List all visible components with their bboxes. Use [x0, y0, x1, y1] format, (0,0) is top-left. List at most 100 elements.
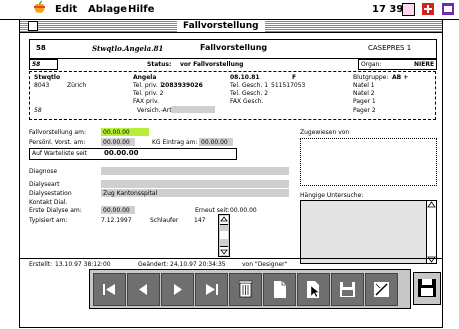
pointer-document-icon	[307, 281, 320, 298]
tel-gesch2-label: Tel. Gesch. 2	[230, 90, 269, 97]
tel-gesch1-label: Tel. Gesch. 1	[230, 82, 269, 89]
apple-icon[interactable]	[34, 0, 45, 17]
kg-value: 00.00.00	[201, 139, 228, 146]
kg-field[interactable]: 00.00.00	[199, 138, 233, 146]
close-form-button[interactable]	[413, 272, 441, 305]
fallvorstellung-value: 00.00.00	[103, 129, 130, 136]
vers-field[interactable]	[171, 106, 215, 113]
dialyseart-field[interactable]	[101, 180, 289, 188]
previous-record-button[interactable]	[127, 273, 160, 306]
patient-firstname: Angela	[133, 74, 157, 81]
edit-button[interactable]	[365, 273, 398, 306]
tel-priv1-label: Tel. priv. 1	[133, 82, 164, 89]
patient-zip: 8043	[34, 82, 50, 89]
dialyseart-label: Dialyseart	[29, 181, 60, 188]
fallvorstellung-window: Fallvorstellung 58 Stwqtlo.Angela.81 Fal…	[19, 19, 443, 328]
haengige-scrollbar[interactable]	[426, 201, 436, 263]
blood-label: Blutgruppe:	[353, 74, 389, 81]
schlaufer-label: Schlaufer	[150, 217, 179, 224]
first-record-button[interactable]	[93, 273, 126, 306]
tel-priv2-label: Tel. priv. 2	[133, 90, 164, 97]
pager1-label: Pager 1	[353, 98, 376, 105]
last-record-icon	[206, 284, 218, 295]
menu-ablage[interactable]: Ablage	[88, 4, 127, 15]
tel-priv1-value: 2083939026	[161, 82, 203, 89]
previous-record-icon	[139, 284, 147, 295]
menu-clock: 17 39	[372, 4, 404, 15]
scroll-down-icon[interactable]	[220, 246, 228, 255]
id-field: 58	[29, 59, 58, 70]
last-record-button[interactable]	[195, 273, 228, 306]
next-record-icon	[174, 284, 182, 295]
typisiert-label: Typisiert am:	[29, 217, 68, 224]
first-record-icon	[103, 284, 115, 295]
erneut-value: 00.00.00	[230, 207, 257, 214]
red-cross-icon[interactable]	[422, 3, 434, 18]
organ-value: NIERE	[414, 61, 435, 68]
toolbar	[89, 269, 411, 309]
natel1-label: Natel 1	[353, 82, 375, 89]
trash-icon	[238, 280, 253, 298]
new-document-icon	[274, 281, 286, 298]
erste-dialyse-label: Erste Dialyse am:	[29, 207, 82, 214]
dialysestation-value: Zug Kantonsspital	[103, 190, 158, 197]
header-box: 58 Stwqtlo.Angela.81 Fallvorstellung CAS…	[29, 39, 437, 59]
kontakt-label: Kontakt Dial.	[29, 199, 68, 206]
fallvorstellung-label: Fallvorstellung am:	[29, 129, 86, 136]
erstellt-value: 13.10.97 38:12:00	[55, 261, 111, 268]
fax-priv-label: FAX priv.	[133, 98, 159, 105]
header-id: 58	[36, 44, 46, 52]
geaendert-value: 24.10.97 20:34:35	[170, 261, 226, 268]
patient-city: Zürich	[67, 82, 87, 89]
blood-value: AB +	[392, 74, 409, 81]
header-code: CASEPRES 1	[368, 44, 412, 52]
fallvorstellung-field[interactable]: 00.00.00	[101, 128, 149, 136]
save-button[interactable]	[331, 273, 364, 306]
window-titlebar[interactable]: Fallvorstellung	[20, 20, 442, 33]
warteliste-label: Auf Warteliste seit	[32, 150, 87, 157]
application-icon[interactable]	[442, 3, 454, 18]
scroll-thumb[interactable]	[220, 231, 228, 239]
organ-label: Organ:	[361, 61, 382, 68]
patient-surname: Stwqtlo	[34, 74, 61, 81]
schlaufer-scroller[interactable]	[218, 214, 230, 257]
vers-label: Versich.-Art	[137, 107, 172, 114]
diagnose-label: Diagnose	[29, 168, 58, 175]
menu-hilfe[interactable]: Hilfe	[128, 4, 154, 15]
kg-label: KG Eintrag am:	[152, 139, 198, 146]
dialysestation-label: Dialysestation	[29, 190, 72, 197]
status-label: Status:	[147, 61, 172, 68]
status-id: 58	[32, 61, 41, 68]
header-name: Stwqtlo.Angela.81	[92, 44, 164, 53]
finder-icon[interactable]	[402, 3, 415, 16]
zugewiesen-field[interactable]	[300, 138, 437, 186]
status-value: vor Fallvorstellung	[180, 61, 244, 68]
patient-sex: F	[292, 74, 297, 81]
diagnose-field[interactable]	[101, 167, 289, 175]
dialysestation-field[interactable]: Zug Kantonsspital	[101, 189, 289, 197]
erstellt-label: Erstellt:	[29, 261, 53, 268]
schlaufer-value: 147	[194, 217, 206, 224]
scroll-up-icon[interactable]	[427, 201, 436, 210]
pers-vorst-label: Persönl. Vorst. am:	[29, 139, 86, 146]
menu-edit[interactable]: Edit	[55, 4, 77, 15]
haengige-field[interactable]	[300, 200, 437, 264]
haengige-label: Hängige Untersuche:	[300, 192, 364, 199]
fax-gesch-label: FAX Gesch.	[230, 98, 264, 105]
close-box[interactable]	[28, 21, 38, 31]
window-title: Fallvorstellung	[177, 20, 265, 32]
scroll-up-icon[interactable]	[220, 216, 228, 225]
new-record-button[interactable]	[263, 273, 296, 306]
erste-dialyse-field[interactable]: 00.00.00	[101, 206, 135, 214]
von-label: von "Designer"	[242, 261, 288, 268]
zugewiesen-label: Zugewiesen von	[300, 129, 350, 136]
next-record-button[interactable]	[161, 273, 194, 306]
disk-icon	[340, 282, 355, 297]
tel-gesch1-value: 511517053	[271, 82, 306, 89]
select-record-button[interactable]	[297, 273, 330, 306]
header-title: Fallvorstellung	[200, 43, 268, 52]
erste-dialyse-value: 00.00.00	[103, 207, 130, 214]
pers-vorst-field[interactable]: 00.00.00	[101, 138, 135, 146]
delete-button[interactable]	[229, 273, 262, 306]
patient-id-small: 58	[34, 107, 42, 114]
